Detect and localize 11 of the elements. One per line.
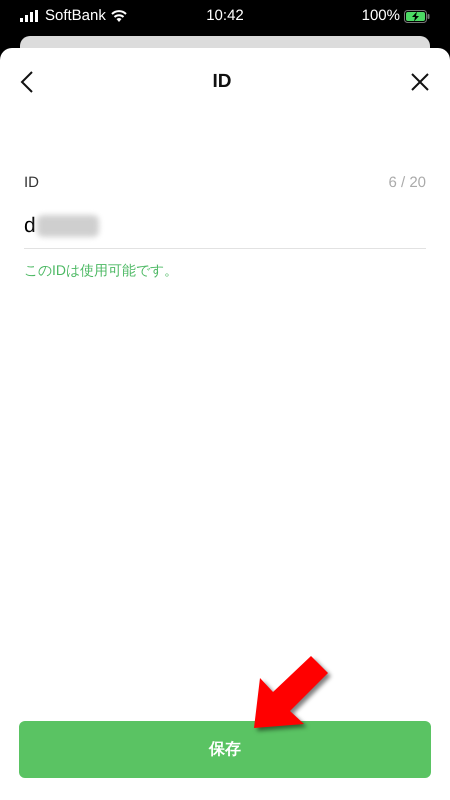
character-counter: 6 / 20: [388, 173, 426, 193]
field-label: ID: [24, 173, 39, 193]
page-title: ID: [212, 70, 232, 94]
carrier-name: SoftBank: [45, 6, 106, 26]
battery-percent: 100%: [362, 6, 400, 26]
availability-message: このIDは使用可能です。: [24, 260, 179, 280]
signal-icon: [20, 10, 40, 22]
id-input-field[interactable]: d: [24, 204, 426, 248]
clock-time: 10:42: [206, 6, 244, 24]
wifi-icon: [110, 10, 127, 22]
battery-charging-icon: [404, 10, 430, 22]
